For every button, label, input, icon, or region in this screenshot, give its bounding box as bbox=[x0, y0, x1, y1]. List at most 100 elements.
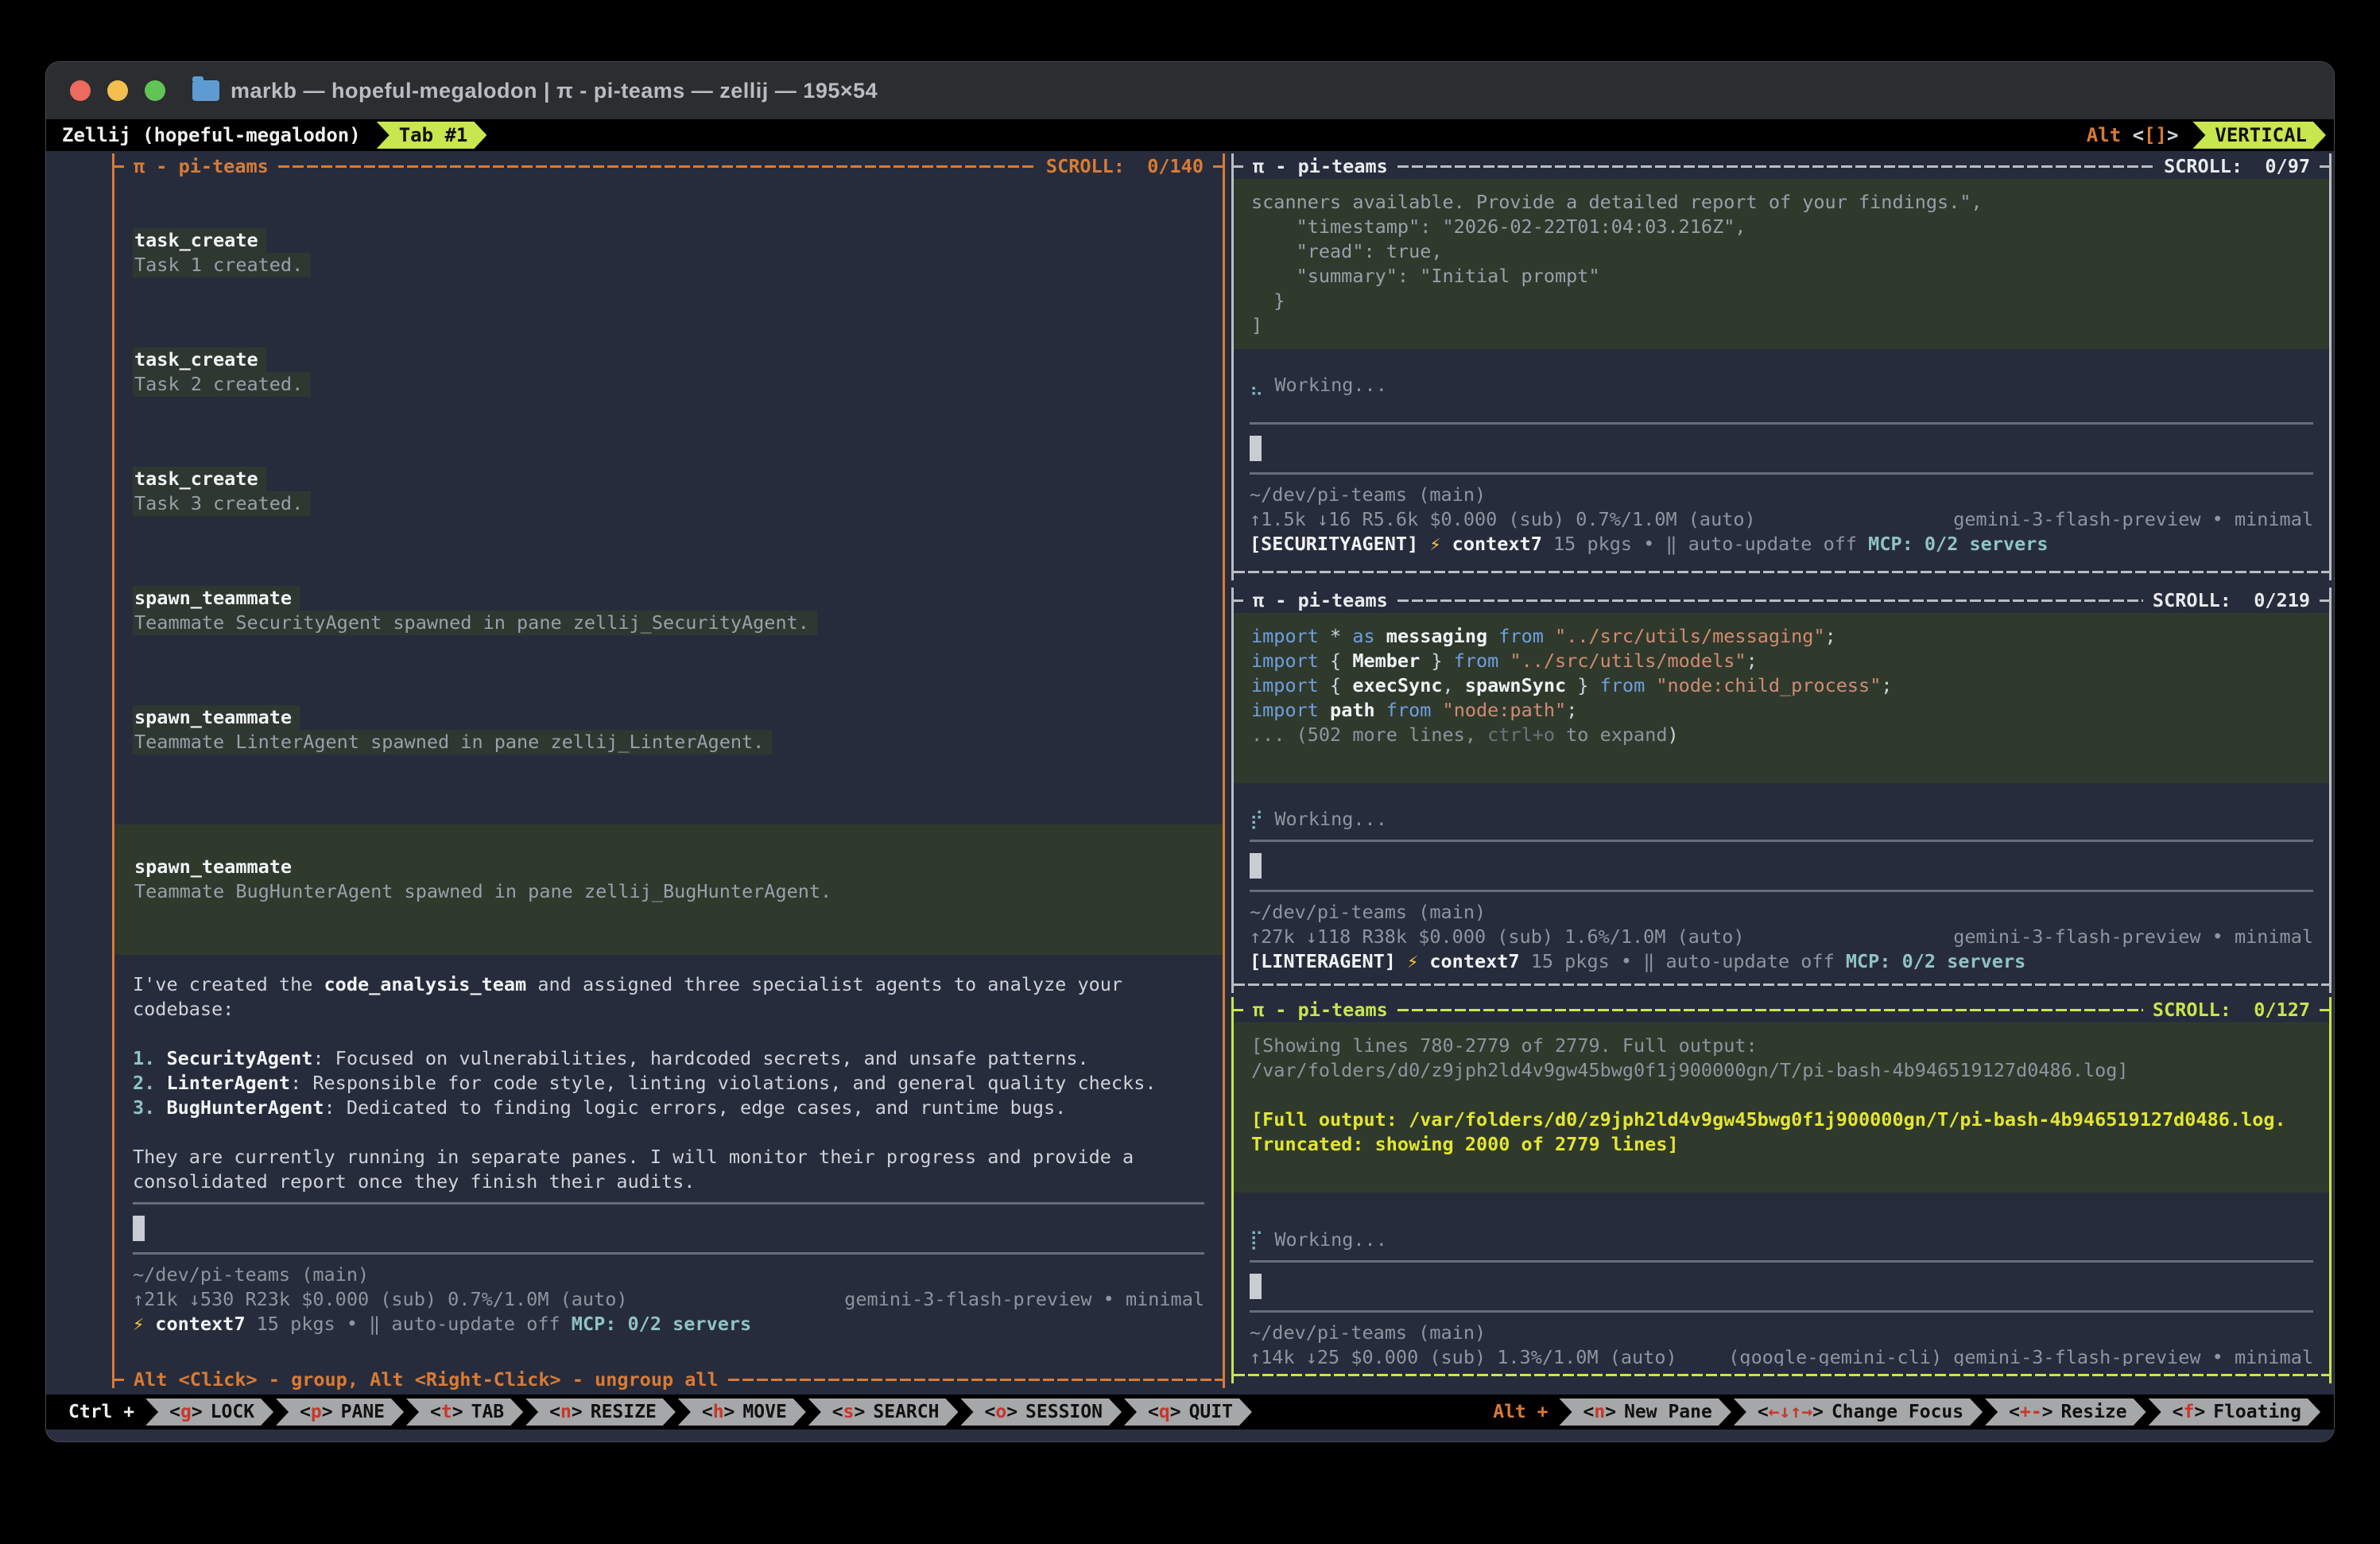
event-name: spawn_teammate bbox=[134, 855, 292, 879]
zellij-tab-bar: Zellij (hopeful-megalodon) Tab #1 Alt <[… bbox=[46, 119, 2334, 151]
cwd-line: ~/dev/pi-teams (main) bbox=[1250, 1321, 2313, 1345]
keybar-segment-floating[interactable]: <f>Floating bbox=[2149, 1399, 2320, 1426]
input-divider bbox=[1250, 1310, 2313, 1313]
session-name: Zellij (hopeful-megalodon) bbox=[46, 119, 377, 151]
event-detail: Task 1 created. bbox=[133, 253, 311, 277]
model-info: gemini-3-flash-preview • minimal bbox=[1953, 925, 2313, 949]
event-detail: Task 2 created. bbox=[133, 372, 311, 397]
event-task-create-3: task_create Task 3 created. bbox=[133, 467, 1204, 516]
window-bottom-padding bbox=[46, 1430, 2334, 1441]
pane-linter-agent[interactable]: π - pi-teams SCROLL: 0/219 import * as m… bbox=[1231, 588, 2332, 993]
assistant-message-line: codebase: bbox=[133, 997, 1204, 1022]
working-spinner: ⡞ Working... bbox=[1250, 807, 2313, 832]
assistant-message-line: They are currently running in separate p… bbox=[133, 1145, 1204, 1170]
pane-main[interactable]: π - pi-teams SCROLL: 0/140 task_create T… bbox=[112, 153, 1225, 1388]
folder-icon bbox=[192, 80, 219, 101]
context-status-line: ⚡ context7 15 pkgs • ‖ auto-update off M… bbox=[133, 1312, 1204, 1336]
agent-list-item-1: 1. SecurityAgent: Focused on vulnerabili… bbox=[133, 1046, 1204, 1071]
input-divider bbox=[1250, 472, 2313, 475]
json-line: } bbox=[1251, 289, 2312, 313]
pane-title: π - pi-teams bbox=[124, 154, 278, 179]
terminal-window: markb — hopeful-megalodon | π - pi-teams… bbox=[45, 61, 2335, 1442]
keybind-bar: Ctrl + <g>LOCK <p>PANE <t>TAB <n>RESIZE … bbox=[46, 1395, 2334, 1430]
keybar-segment-change-focus[interactable]: <←↓↑→>Change Focus bbox=[1734, 1399, 1983, 1426]
event-detail: Teammate BugHunterAgent spawned in pane … bbox=[134, 879, 831, 904]
log-warning-line: [Full output: /var/folders/d0/z9jph2ld4v… bbox=[1251, 1108, 2312, 1132]
pane-main-footer: Alt <Click> - group, Alt <Right-Click> -… bbox=[114, 1371, 1223, 1388]
pane-bughunter-agent[interactable]: π - pi-teams SCROLL: 0/127 [Showing line… bbox=[1231, 997, 2332, 1383]
input-cursor[interactable] bbox=[133, 1216, 145, 1241]
input-divider bbox=[1250, 840, 2313, 842]
cwd-line: ~/dev/pi-teams (main) bbox=[1250, 483, 2313, 507]
scroll-indicator: SCROLL: 0/97 bbox=[2154, 154, 2320, 179]
keybar-segment-new-pane[interactable]: <n>New Pane bbox=[1559, 1399, 1731, 1426]
event-spawn-security: spawn_teammate Teammate SecurityAgent sp… bbox=[133, 586, 1204, 635]
pane-bughunter-header: π - pi-teams SCROLL: 0/127 bbox=[1234, 997, 2329, 1022]
context-status-line: [SECURITYAGENT] ⚡ context7 15 pkgs • ‖ a… bbox=[1250, 532, 2313, 557]
input-cursor[interactable] bbox=[1250, 436, 1262, 461]
log-info-line: [Showing lines 780-2779 of 2779. Full ou… bbox=[1251, 1034, 2312, 1058]
keybar-segment-tab[interactable]: <t>TAB bbox=[406, 1399, 523, 1426]
pane-linter-header: π - pi-teams SCROLL: 0/219 bbox=[1234, 588, 2329, 613]
usage-stats-line: ↑14k ↓25 $0.000 (sub) 1.3%/1.0M (auto) (… bbox=[1250, 1345, 2313, 1366]
keybar-segment-quit[interactable]: <q>QUIT bbox=[1124, 1399, 1252, 1426]
input-cursor[interactable] bbox=[1250, 1274, 1262, 1299]
assistant-message-line: consolidated report once they finish the… bbox=[133, 1170, 1204, 1194]
tab-1[interactable]: Tab #1 bbox=[377, 122, 487, 149]
pane-title: π - pi-teams bbox=[1243, 154, 1397, 179]
code-line: import path from "node:path"; bbox=[1251, 698, 2312, 723]
code-line: import { execSync, spawnSync } from "nod… bbox=[1251, 673, 2312, 698]
titlebar: markb — hopeful-megalodon | π - pi-teams… bbox=[46, 62, 2334, 119]
input-divider bbox=[1250, 890, 2313, 892]
json-line: scanners available. Provide a detailed r… bbox=[1251, 190, 2312, 215]
usage-stats-line: ↑27k ↓118 R38k $0.000 (sub) 1.6%/1.0M (a… bbox=[1250, 925, 2313, 949]
input-divider bbox=[133, 1202, 1204, 1205]
keybar-segment-move[interactable]: <h>MOVE bbox=[678, 1399, 806, 1426]
group-hint: Alt <Click> - group, Alt <Right-Click> -… bbox=[124, 1367, 728, 1392]
pane-title: π - pi-teams bbox=[1243, 998, 1397, 1022]
usage-stats: ↑14k ↓25 $0.000 (sub) 1.3%/1.0M (auto) bbox=[1250, 1345, 1677, 1366]
cwd-line: ~/dev/pi-teams (main) bbox=[133, 1263, 1204, 1287]
model-info: gemini-3-flash-preview • minimal bbox=[1953, 507, 2313, 532]
minimize-button[interactable] bbox=[107, 80, 128, 101]
json-line: ] bbox=[1251, 313, 2312, 338]
working-spinner: ⡏ Working... bbox=[1250, 1228, 2313, 1252]
json-line: "summary": "Initial prompt" bbox=[1251, 264, 2312, 289]
code-line: import { Member } from "../src/utils/mod… bbox=[1251, 649, 2312, 673]
usage-stats-line: ↑1.5k ↓16 R5.6k $0.000 (sub) 0.7%/1.0M (… bbox=[1250, 507, 2313, 532]
log-warning-line: Truncated: showing 2000 of 2779 lines] bbox=[1251, 1132, 2312, 1157]
keybar-segment-resize-alt[interactable]: <+->Resize bbox=[1985, 1399, 2146, 1426]
event-detail: Teammate LinterAgent spawned in pane zel… bbox=[133, 730, 772, 755]
json-line: "read": true, bbox=[1251, 239, 2312, 264]
window-title: markb — hopeful-megalodon | π - pi-teams… bbox=[231, 62, 878, 119]
input-cursor[interactable] bbox=[1250, 853, 1262, 879]
log-output-block: [Showing lines 780-2779 of 2779. Full ou… bbox=[1234, 1022, 2329, 1193]
keybar-segment-lock[interactable]: <g>LOCK bbox=[145, 1399, 273, 1426]
cwd-line: ~/dev/pi-teams (main) bbox=[1250, 900, 2313, 925]
pane-security-agent[interactable]: π - pi-teams SCROLL: 0/97 scanners avail… bbox=[1231, 153, 2332, 580]
alt-modifier: Alt + bbox=[1482, 1399, 1559, 1426]
code-line: import * as messaging from "../src/utils… bbox=[1251, 624, 2312, 649]
pane-area: π - pi-teams SCROLL: 0/140 task_create T… bbox=[46, 151, 2334, 1395]
event-detail: Task 3 created. bbox=[133, 491, 311, 516]
pane-security-header: π - pi-teams SCROLL: 0/97 bbox=[1234, 153, 2329, 179]
event-name: task_create bbox=[133, 467, 266, 491]
usage-stats-line: ↑21k ↓530 R23k $0.000 (sub) 0.7%/1.0M (a… bbox=[133, 1287, 1204, 1312]
agent-list-item-2: 2. LinterAgent: Responsible for code sty… bbox=[133, 1071, 1204, 1096]
keybar-segment-resize[interactable]: <n>RESIZE bbox=[525, 1399, 676, 1426]
keybind-hint: Alt <[]> bbox=[2072, 119, 2193, 151]
usage-stats: ↑27k ↓118 R38k $0.000 (sub) 1.6%/1.0M (a… bbox=[1250, 925, 1745, 949]
keybar-segment-search[interactable]: <s>SEARCH bbox=[808, 1399, 959, 1426]
zoom-button[interactable] bbox=[145, 80, 165, 101]
json-output-block: scanners available. Provide a detailed r… bbox=[1234, 179, 2329, 349]
keybar-segment-session[interactable]: <o>SESSION bbox=[960, 1399, 1122, 1426]
keybar-segment-pane[interactable]: <p>PANE bbox=[276, 1399, 404, 1426]
code-output-block: import * as messaging from "../src/utils… bbox=[1234, 613, 2329, 783]
pane-title: π - pi-teams bbox=[1243, 588, 1397, 613]
event-name: task_create bbox=[133, 347, 266, 372]
close-button[interactable] bbox=[70, 80, 91, 101]
scroll-indicator: SCROLL: 0/140 bbox=[1037, 154, 1213, 179]
agent-list-item-3: 3. BugHunterAgent: Dedicated to finding … bbox=[133, 1096, 1204, 1120]
usage-stats: ↑1.5k ↓16 R5.6k $0.000 (sub) 0.7%/1.0M (… bbox=[1250, 507, 1756, 532]
json-line: "timestamp": "2026-02-22T01:04:03.216Z", bbox=[1251, 215, 2312, 239]
